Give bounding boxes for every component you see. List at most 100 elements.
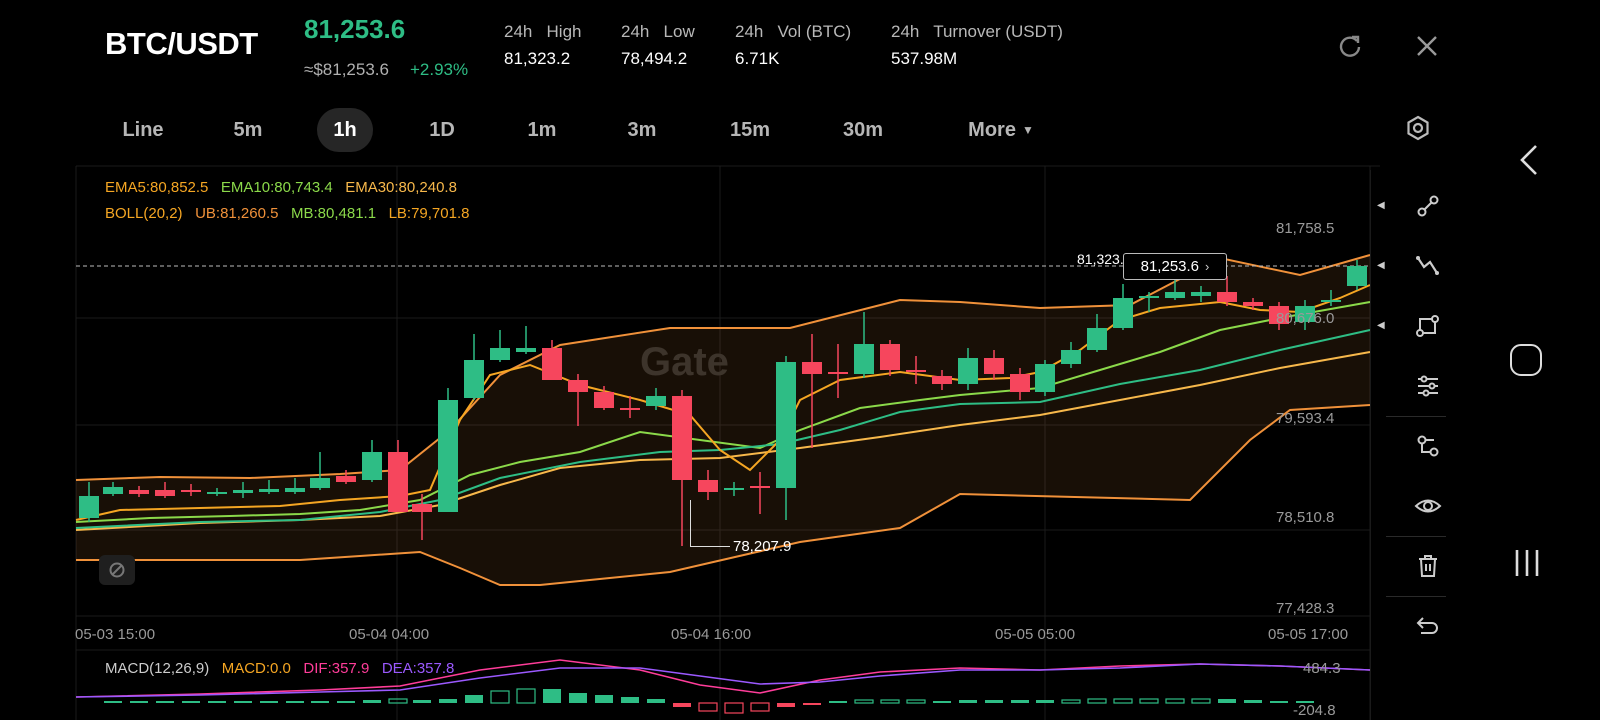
candle-body: [776, 362, 796, 488]
time-axis-label: 05-05 17:00: [1268, 626, 1349, 643]
macd-bar: [906, 699, 926, 704]
current-price-tag-value: 81,253.6: [1140, 258, 1200, 275]
macd-bar: [1011, 700, 1029, 703]
candle-body: [620, 408, 640, 410]
macd-bar: [516, 688, 536, 704]
macd-bar: [569, 693, 587, 703]
macd-bar: [1165, 698, 1185, 704]
candle-body: [336, 476, 356, 482]
macd-bar: [673, 703, 691, 707]
macd-bar: [1244, 700, 1262, 703]
line-tool-icon[interactable]: [1406, 184, 1450, 228]
macd-bar: [465, 695, 483, 703]
boll-lb-value: LB:79,701.8: [388, 205, 470, 222]
boll-params: BOLL(20,2): [105, 205, 183, 222]
close-icon[interactable]: [1412, 31, 1442, 61]
macd-bar: [1139, 698, 1159, 704]
macd-bar: [543, 689, 561, 703]
candle-body: [672, 396, 692, 480]
macd-bar: [413, 700, 431, 703]
macd-value: MACD:0.0: [221, 660, 291, 677]
trend-tool-icon[interactable]: [1406, 244, 1450, 288]
macd-bar: [490, 690, 510, 704]
ema-legend: EMA5:80,852.5 EMA10:80,743.4 EMA30:80,24…: [105, 179, 457, 196]
candle-body: [103, 487, 123, 494]
macd-bar: [311, 701, 329, 703]
expand-left-icon[interactable]: ◀: [1377, 200, 1385, 211]
candle-body: [1347, 266, 1367, 286]
macd-bar: [724, 702, 744, 714]
drawing-toolbar: ◀ ◀ ◀: [1370, 170, 1460, 720]
macd-bar: [595, 695, 613, 703]
price-axis-label: 80,676.0: [1276, 310, 1335, 327]
candle-body: [698, 480, 718, 492]
candle-body: [233, 490, 253, 493]
candle-body: [724, 488, 744, 490]
candle-body: [1010, 374, 1030, 392]
macd-bar: [1061, 699, 1081, 704]
toolbar-divider: [1386, 416, 1446, 417]
candle-body: [464, 360, 484, 398]
macd-bar: [208, 701, 226, 703]
candle-body: [155, 490, 175, 496]
candle-body: [129, 490, 149, 494]
candle-body: [181, 490, 201, 492]
drawing-lock-icon[interactable]: [99, 555, 135, 585]
macd-bar: [1113, 698, 1133, 704]
candlestick-chart[interactable]: Gate: [0, 0, 1380, 720]
price-axis-label: 78,510.8: [1276, 509, 1335, 526]
toolbar-divider: [1386, 536, 1446, 537]
low-marker-line: [690, 546, 730, 547]
macd-bar: [337, 701, 355, 703]
current-price-tag[interactable]: 81,253.6 ›: [1123, 253, 1227, 280]
candle-body: [1113, 298, 1133, 328]
macd-bar: [1270, 701, 1288, 703]
shape-tool-icon[interactable]: [1406, 304, 1450, 348]
macd-bar: [104, 701, 122, 703]
undo-icon[interactable]: [1406, 604, 1450, 648]
price-axis-label: 81,758.5: [1276, 220, 1335, 237]
candle-body: [438, 400, 458, 512]
expand-left-icon[interactable]: ◀: [1377, 320, 1385, 331]
candle-body: [1165, 292, 1185, 298]
macd-bar: [1087, 698, 1107, 704]
macd-bar: [698, 702, 718, 712]
time-axis-label: 05-04 16:00: [671, 626, 752, 643]
macd-bar: [933, 701, 951, 703]
candle-body: [259, 489, 279, 492]
boll-band-fill: [76, 255, 1370, 585]
candle-body: [412, 504, 432, 512]
candle-body: [828, 372, 848, 374]
candle-body: [932, 376, 952, 384]
recent-apps-icon[interactable]: [1512, 548, 1542, 578]
candle-body: [542, 348, 562, 380]
candle-body: [594, 392, 614, 408]
macd-bar: [182, 701, 200, 703]
candle-body: [1191, 292, 1211, 296]
eye-icon[interactable]: [1406, 484, 1450, 528]
macd-bar: [439, 699, 457, 703]
back-nav-icon[interactable]: [1514, 140, 1544, 180]
candle-body: [285, 488, 305, 492]
ema10-value: EMA10:80,743.4: [220, 179, 333, 196]
system-navigation-bar: [1500, 0, 1600, 720]
trash-icon[interactable]: [1406, 544, 1450, 588]
dif-value: DIF:357.9: [303, 660, 370, 677]
candle-body: [1061, 350, 1081, 364]
indicator-settings-icon[interactable]: [1406, 364, 1450, 408]
dea-value: DEA:357.8: [381, 660, 455, 677]
macd-bar: [1036, 700, 1054, 703]
chart-settings-icon[interactable]: [1403, 113, 1433, 143]
link-tool-icon[interactable]: [1406, 424, 1450, 468]
macd-bar: [363, 700, 381, 703]
macd-bar: [621, 697, 639, 703]
home-nav-icon[interactable]: [1510, 344, 1542, 376]
ema5-value: EMA5:80,852.5: [105, 179, 209, 196]
time-axis-label: 05-03 15:00: [75, 626, 156, 643]
macd-bar: [880, 699, 900, 704]
macd-bar: [1191, 698, 1211, 704]
macd-legend: MACD(12,26,9) MACD:0.0 DIF:357.9 DEA:357…: [105, 660, 454, 677]
macd-bar: [777, 703, 795, 707]
expand-left-icon[interactable]: ◀: [1377, 260, 1385, 271]
macd-bar: [388, 698, 408, 704]
